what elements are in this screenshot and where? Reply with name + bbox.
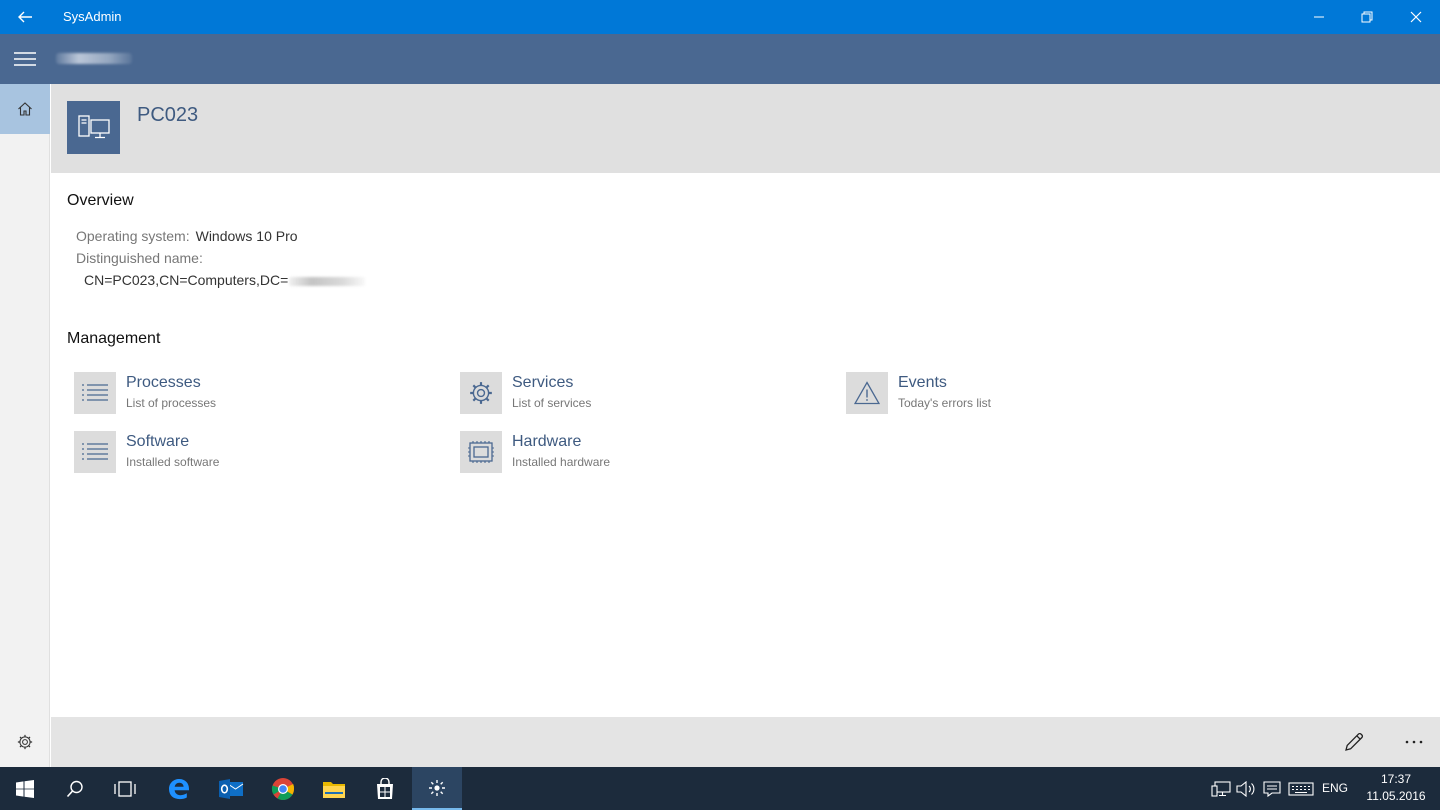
volume-tray-button[interactable] — [1235, 767, 1257, 810]
left-navigation — [0, 84, 50, 767]
processes-icon-tile — [74, 372, 116, 414]
computer-icon — [77, 114, 110, 138]
redacted-dn — [289, 276, 366, 286]
services-subtitle: List of services — [512, 396, 592, 410]
restore-button[interactable] — [1343, 0, 1391, 34]
taskbar: ENG 17:37 11.05.2016 — [0, 767, 1440, 810]
dn-value: CN=PC023,CN=Computers,DC= — [84, 272, 289, 288]
processes-subtitle: List of processes — [126, 396, 217, 410]
close-icon — [1410, 11, 1422, 23]
hardware-subtitle: Installed hardware — [512, 455, 611, 469]
store-icon — [377, 777, 393, 799]
hamburger-icon — [14, 52, 36, 66]
volume-icon — [1236, 780, 1255, 797]
network-icon — [1211, 780, 1231, 797]
gear-icon — [470, 382, 492, 404]
minimize-button[interactable] — [1295, 0, 1343, 34]
hamburger-menu-button[interactable] — [0, 34, 50, 84]
management-heading: Management — [67, 330, 161, 347]
task-view-icon — [114, 780, 136, 797]
file-explorer-button[interactable] — [309, 767, 359, 810]
events-subtitle: Today's errors list — [898, 396, 991, 410]
language-indicator[interactable]: ENG — [1322, 767, 1348, 810]
dn-row: CN=PC023,CN=Computers,DC= — [84, 272, 366, 288]
search-button[interactable] — [50, 767, 100, 810]
task-view-button[interactable] — [100, 767, 150, 810]
close-button[interactable] — [1392, 0, 1440, 34]
hardware-icon-tile — [460, 431, 502, 473]
minimize-icon — [1314, 16, 1324, 18]
back-button[interactable] — [0, 0, 50, 34]
more-button[interactable] — [1389, 717, 1439, 767]
bottom-command-bar — [51, 717, 1440, 767]
software-item[interactable]: Software Installed software — [74, 431, 394, 475]
touch-keyboard-button[interactable] — [1287, 767, 1315, 810]
network-tray-button[interactable] — [1210, 767, 1232, 810]
file-explorer-icon — [323, 781, 345, 798]
hardware-item[interactable]: Hardware Installed hardware — [460, 431, 780, 475]
edge-icon — [169, 778, 189, 799]
chrome-button[interactable] — [258, 767, 308, 810]
keyboard-icon — [1288, 781, 1314, 796]
back-icon — [18, 11, 32, 23]
list-icon — [82, 384, 108, 401]
start-button[interactable] — [0, 767, 50, 810]
events-item[interactable]: Events Today's errors list — [846, 372, 1166, 416]
chip-icon — [468, 441, 494, 463]
gear-icon — [17, 734, 33, 750]
clock[interactable]: 17:37 11.05.2016 — [1362, 771, 1430, 805]
search-icon — [66, 780, 83, 797]
os-value: Windows 10 Pro — [195, 228, 298, 244]
home-icon — [18, 102, 32, 116]
overview-heading: Overview — [67, 192, 134, 209]
list-icon — [82, 443, 108, 460]
app-header-bar — [0, 34, 1440, 84]
computer-name: PC023 — [137, 104, 199, 126]
os-label: Operating system: — [76, 228, 190, 244]
edit-button[interactable] — [1329, 717, 1379, 767]
window-title: SysAdmin — [63, 9, 122, 24]
computer-header: PC023 — [51, 84, 1440, 173]
events-title: Events — [898, 374, 947, 391]
clock-time: 17:37 — [1380, 772, 1412, 786]
redacted-domain — [56, 53, 132, 64]
processes-item[interactable]: Processes List of processes — [74, 372, 394, 416]
software-title: Software — [126, 433, 190, 450]
software-subtitle: Installed software — [126, 455, 220, 469]
restore-icon — [1361, 11, 1373, 23]
software-icon-tile — [74, 431, 116, 473]
outlook-button[interactable] — [206, 767, 256, 810]
dn-label: Distinguished name: — [76, 250, 203, 266]
outlook-icon — [219, 778, 244, 799]
chrome-icon — [271, 777, 295, 800]
settings-button[interactable] — [0, 717, 50, 767]
hardware-title: Hardware — [512, 433, 582, 450]
title-bar: SysAdmin — [0, 0, 1440, 34]
warning-icon — [854, 381, 880, 405]
services-title: Services — [512, 374, 574, 391]
more-icon — [1405, 740, 1423, 744]
edge-button[interactable] — [154, 767, 204, 810]
action-center-button[interactable] — [1261, 767, 1283, 810]
notification-icon — [1263, 780, 1281, 797]
processes-title: Processes — [126, 374, 201, 391]
pencil-icon — [1345, 732, 1364, 751]
sysadmin-app-button[interactable] — [412, 767, 462, 810]
clock-date: 11.05.2016 — [1366, 789, 1426, 803]
services-item[interactable]: Services List of services — [460, 372, 780, 416]
windows-start-icon — [16, 779, 34, 798]
os-row: Operating system: Windows 10 Pro — [76, 228, 298, 244]
nav-home-button[interactable] — [0, 84, 50, 134]
store-button[interactable] — [360, 767, 410, 810]
events-icon-tile — [846, 372, 888, 414]
sysadmin-app-icon — [429, 779, 445, 796]
services-icon-tile — [460, 372, 502, 414]
computer-icon-tile — [67, 101, 120, 154]
